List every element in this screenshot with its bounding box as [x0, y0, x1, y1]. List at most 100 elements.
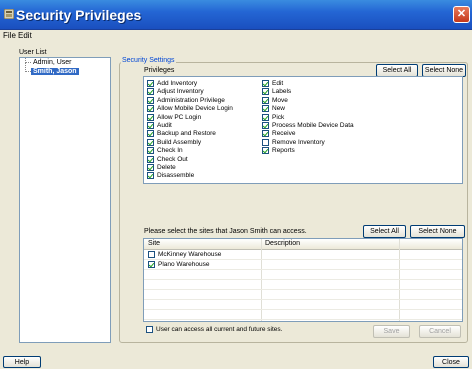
table-row: [144, 300, 462, 310]
table-row: [144, 270, 462, 280]
privilege-item[interactable]: Remove Inventory: [262, 138, 325, 147]
privilege-label: Allow PC Login: [157, 113, 202, 121]
privilege-checkbox[interactable]: [147, 155, 154, 163]
user-item-smith-selected[interactable]: Smith, Jason: [31, 68, 79, 75]
help-button[interactable]: Help: [3, 356, 41, 368]
privilege-checkbox[interactable]: [147, 122, 154, 129]
site-checkbox[interactable]: [148, 251, 155, 258]
table-row: [144, 280, 462, 290]
app-icon: [4, 9, 14, 19]
privilege-item[interactable]: Administration Privilege: [147, 96, 225, 105]
privilege-label: Backup and Restore: [157, 130, 216, 138]
save-button[interactable]: Save: [373, 325, 410, 338]
future-sites-label: User can access all current and future s…: [156, 326, 283, 333]
user-list[interactable]: Admin, User Smith, Jason: [19, 57, 111, 343]
privilege-label: Delete: [157, 164, 176, 171]
site-checkbox[interactable]: [148, 261, 155, 268]
privilege-checkbox[interactable]: [262, 96, 269, 104]
privilege-item[interactable]: Pick: [262, 113, 285, 122]
privilege-checkbox[interactable]: [147, 164, 154, 171]
privilege-label: Pick: [272, 113, 285, 121]
privilege-item[interactable]: Reports: [262, 147, 295, 155]
privilege-checkbox[interactable]: [262, 80, 269, 87]
privilege-label: Allow Mobile Device Login: [157, 105, 233, 113]
privilege-checkbox[interactable]: [147, 88, 154, 96]
privilege-checkbox[interactable]: [147, 172, 154, 180]
description-column-header[interactable]: Description: [265, 240, 300, 247]
privilege-item[interactable]: Adjust Inventory: [147, 88, 204, 96]
privilege-checkbox[interactable]: [262, 147, 269, 155]
privilege-label: Reports: [272, 147, 295, 155]
table-row: [144, 290, 462, 300]
privilege-item[interactable]: Edit: [262, 80, 283, 88]
privilege-checkbox[interactable]: [262, 138, 269, 146]
title-bar: Security Privileges ✕: [0, 0, 472, 30]
privilege-item[interactable]: Process Mobile Device Data: [262, 122, 354, 130]
menu-file[interactable]: File: [3, 31, 16, 40]
privilege-label: Check Out: [157, 155, 188, 163]
privilege-label: Administration Privilege: [157, 96, 225, 104]
menu-edit[interactable]: Edit: [18, 31, 32, 40]
future-sites-option[interactable]: User can access all current and future s…: [146, 326, 282, 334]
privileges-list: Add Inventory Adjust Inventory Administrat…: [143, 76, 463, 184]
site-name: McKinney Warehouse: [158, 251, 222, 258]
privilege-checkbox[interactable]: [147, 113, 154, 121]
privilege-item[interactable]: Audit: [147, 122, 172, 130]
privilege-checkbox[interactable]: [262, 88, 269, 96]
privilege-label: New: [272, 105, 286, 113]
privilege-item[interactable]: Backup and Restore: [147, 130, 216, 138]
privilege-checkbox[interactable]: [262, 130, 269, 138]
privilege-label: Add Inventory: [157, 80, 198, 87]
privilege-item[interactable]: Add Inventory: [147, 80, 197, 88]
privilege-checkbox[interactable]: [147, 80, 154, 87]
privilege-checkbox[interactable]: [147, 96, 154, 104]
table-row[interactable]: McKinney Warehouse: [144, 250, 462, 260]
privilege-label: Audit: [157, 122, 172, 129]
privilege-checkbox[interactable]: [147, 147, 154, 155]
site-cell: McKinney Warehouse: [148, 251, 221, 258]
privileges-label: Privileges: [144, 67, 175, 74]
privilege-item[interactable]: Check In: [147, 147, 183, 155]
user-item-admin[interactable]: Admin, User: [33, 59, 72, 66]
privilege-checkbox[interactable]: [262, 113, 269, 121]
privilege-checkbox[interactable]: [147, 130, 154, 138]
privilege-checkbox[interactable]: [262, 122, 269, 129]
privilege-item[interactable]: Move: [262, 96, 288, 105]
privilege-item[interactable]: Allow Mobile Device Login: [147, 105, 233, 113]
privilege-label: Check In: [157, 147, 183, 155]
privilege-label: Move: [272, 96, 288, 104]
cancel-button[interactable]: Cancel: [419, 325, 461, 338]
privilege-item[interactable]: Receive: [262, 130, 295, 138]
sites-grid-header: Site Description: [144, 239, 462, 250]
privilege-label: Remove Inventory: [272, 138, 325, 146]
future-sites-checkbox[interactable]: [146, 326, 153, 333]
privilege-item[interactable]: New: [262, 105, 285, 113]
menu-bar: File Edit: [0, 30, 472, 42]
privilege-item[interactable]: Disassemble: [147, 172, 194, 180]
privilege-item[interactable]: Labels: [262, 88, 291, 96]
close-window-button[interactable]: ✕: [453, 6, 470, 23]
site-name: Plano Warehouse: [158, 261, 210, 268]
privilege-checkbox[interactable]: [147, 138, 154, 146]
privilege-label: Edit: [272, 80, 284, 87]
security-settings-legend: Security Settings: [121, 57, 176, 64]
window-title: Security Privileges: [16, 7, 142, 23]
sites-select-all-button[interactable]: Select All: [363, 225, 406, 238]
privilege-label: Receive: [272, 130, 296, 138]
sites-prompt: Please select the sites that Jason Smith…: [144, 228, 307, 235]
privilege-item[interactable]: Check Out: [147, 155, 188, 164]
privilege-checkbox[interactable]: [147, 105, 154, 113]
close-button[interactable]: Close: [433, 356, 469, 368]
site-cell: Plano Warehouse: [148, 261, 209, 268]
privilege-item[interactable]: Delete: [147, 164, 176, 172]
sites-select-none-button[interactable]: Select None: [410, 225, 465, 238]
user-list-label: User List: [19, 49, 47, 56]
table-row[interactable]: Plano Warehouse: [144, 260, 462, 270]
site-column-header[interactable]: Site: [148, 240, 160, 247]
privilege-label: Disassemble: [157, 172, 195, 180]
privilege-checkbox[interactable]: [262, 105, 269, 113]
privilege-label: Process Mobile Device Data: [272, 122, 354, 129]
table-row: [144, 310, 462, 320]
privilege-item[interactable]: Build Assembly: [147, 138, 201, 147]
privilege-item[interactable]: Allow PC Login: [147, 113, 202, 122]
